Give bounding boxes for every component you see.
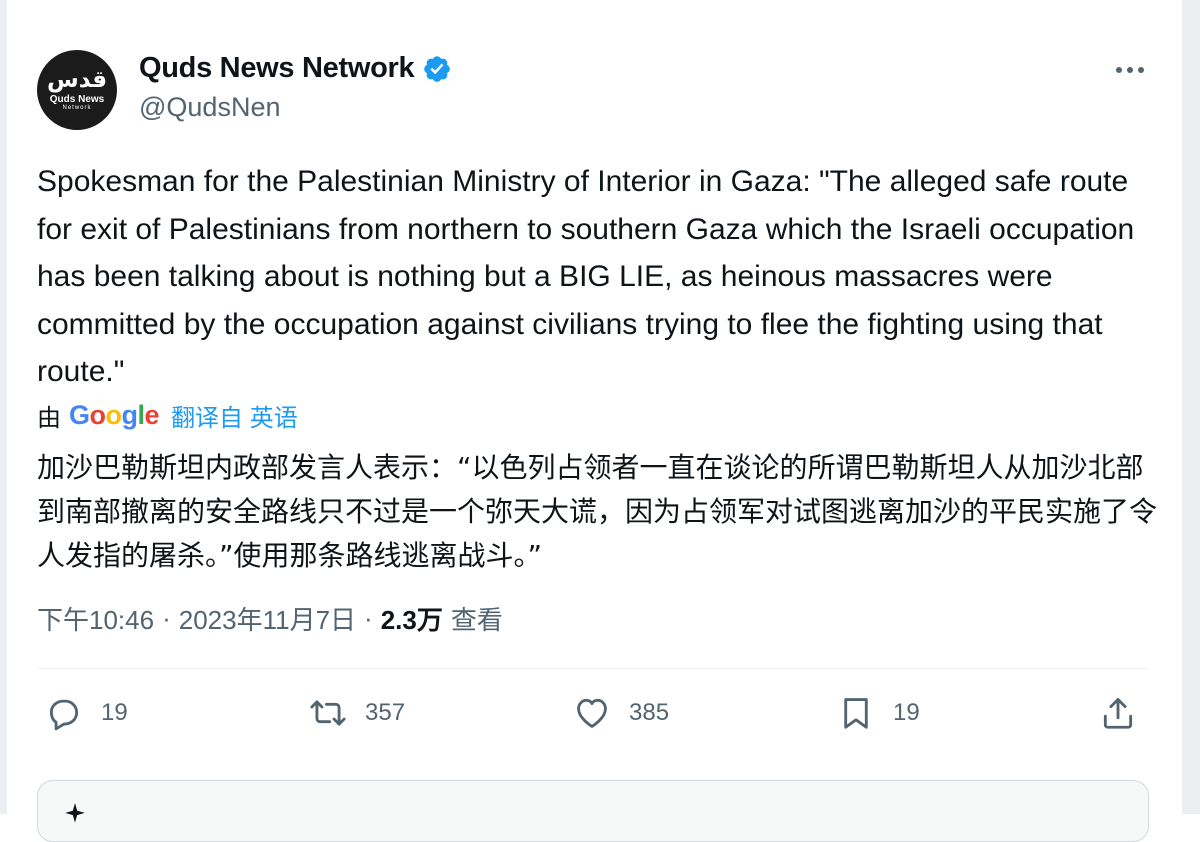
avatar-logo-sub: Network — [62, 105, 92, 111]
share-button[interactable] — [1099, 694, 1137, 732]
tweet-text: Spokesman for the Palestinian Ministry o… — [37, 165, 1135, 388]
heart-icon — [577, 698, 607, 728]
author-handle[interactable]: @QudsNen — [139, 92, 280, 123]
reply-icon — [49, 699, 79, 731]
window-frame-left — [0, 0, 7, 814]
like-button[interactable]: 385 — [573, 694, 669, 732]
verified-badge-icon — [424, 55, 451, 82]
sparkle-icon — [65, 803, 85, 823]
more-icon[interactable] — [1113, 58, 1147, 82]
avatar-logo-name: Quds News — [49, 94, 105, 105]
like-count: 385 — [629, 699, 670, 726]
tweet-time[interactable]: 下午10:46 — [37, 600, 154, 637]
retweet-icon — [310, 700, 346, 726]
translated-text: 加沙巴勒斯坦内政部发言人表示：“以色列占领者一直在谈论的所谓巴勒斯坦人从加沙北部… — [37, 451, 1158, 572]
divider — [37, 668, 1149, 669]
share-icon — [1103, 698, 1133, 729]
tweet-card: قدس Quds News Network Quds News Network … — [7, 0, 1182, 842]
reply-count: 19 — [101, 699, 128, 726]
retweet-button[interactable]: 357 — [309, 694, 405, 732]
tweet-meta: 下午10:46 · 2023年11月7日 · 2.3万 查看 — [37, 600, 503, 637]
avatar-logo-glyph: قدس — [46, 67, 108, 93]
views-count[interactable]: 2.3万 — [381, 600, 443, 637]
meta-separator: · — [162, 603, 171, 633]
translate-from-link[interactable]: 翻译自 英语 — [171, 398, 298, 433]
avatar[interactable]: قدس Quds News Network — [37, 50, 117, 130]
author-display-name[interactable]: Quds News Network — [139, 52, 415, 85]
bookmark-count: 19 — [893, 699, 920, 726]
google-logo: Google — [69, 400, 160, 430]
retweet-count: 357 — [365, 699, 406, 726]
translate-by-label: 由 — [37, 405, 61, 432]
reply-button[interactable]: 19 — [45, 694, 128, 732]
bookmark-button[interactable]: 19 — [837, 694, 920, 732]
meta-separator: · — [364, 603, 373, 633]
window-frame-right — [1182, 0, 1200, 814]
bottom-card[interactable] — [37, 780, 1149, 842]
translation-attribution: 由 Google 翻译自 英语 — [37, 398, 298, 433]
tweet-date[interactable]: 2023年11月7日 — [179, 600, 356, 637]
author-name-row: Quds News Network — [139, 52, 452, 85]
bookmark-icon — [844, 698, 868, 729]
views-label[interactable]: 查看 — [451, 600, 503, 637]
